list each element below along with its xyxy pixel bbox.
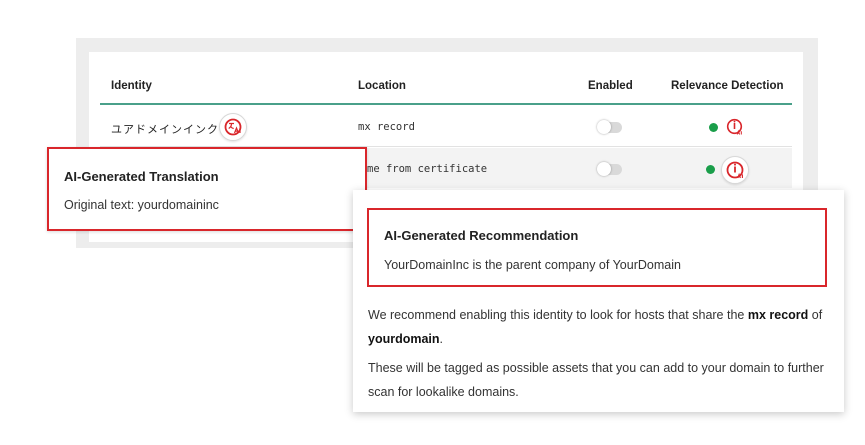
location-cell: me from certificate — [367, 163, 488, 175]
relevance-status-dot — [706, 165, 715, 174]
para-bold-mx-record: mx record — [747, 308, 809, 322]
identity-cell: ユアドメインインク — [111, 124, 219, 136]
column-header-enabled: Enabled — [588, 80, 633, 92]
para-text: We recommend enabling this identity to l… — [368, 308, 748, 322]
relevance-status-dot — [709, 123, 718, 132]
ai-info-icon[interactable] — [721, 156, 749, 184]
recommendation-title: AI-Generated Recommendation — [384, 228, 579, 243]
translation-popup-body: Original text: yourdomaininc — [64, 198, 219, 212]
translation-popup-title: AI-Generated Translation — [64, 169, 219, 184]
toggle-knob — [597, 120, 611, 134]
ai-info-icon[interactable] — [726, 118, 744, 136]
toggle-knob — [597, 162, 611, 176]
para-text: . — [439, 332, 444, 346]
para-text: of — [808, 308, 823, 322]
column-header-relevance-detection: Relevance Detection — [671, 80, 784, 92]
assets-paragraph: These will be tagged as possible assets … — [368, 361, 824, 399]
recommendation-box: AI-Generated Recommendation YourDomainIn… — [367, 208, 827, 287]
header-divider — [100, 103, 792, 105]
column-header-identity: Identity — [111, 80, 152, 92]
translation-popup: AI-Generated Translation Original text: … — [47, 147, 367, 231]
recommendation-popup: AI-Generated Recommendation YourDomainIn… — [353, 190, 844, 412]
translate-ai-icon[interactable] — [219, 113, 247, 141]
location-cell: mx record — [358, 121, 415, 133]
recommendation-paragraph: We recommend enabling this identity to l… — [368, 303, 828, 351]
column-header-location: Location — [358, 80, 406, 92]
enabled-toggle[interactable] — [597, 120, 622, 134]
recommendation-body: YourDomainInc is the parent company of Y… — [384, 258, 681, 272]
para-bold-domain: yourdomain — [368, 332, 440, 346]
enabled-toggle[interactable] — [597, 162, 622, 176]
